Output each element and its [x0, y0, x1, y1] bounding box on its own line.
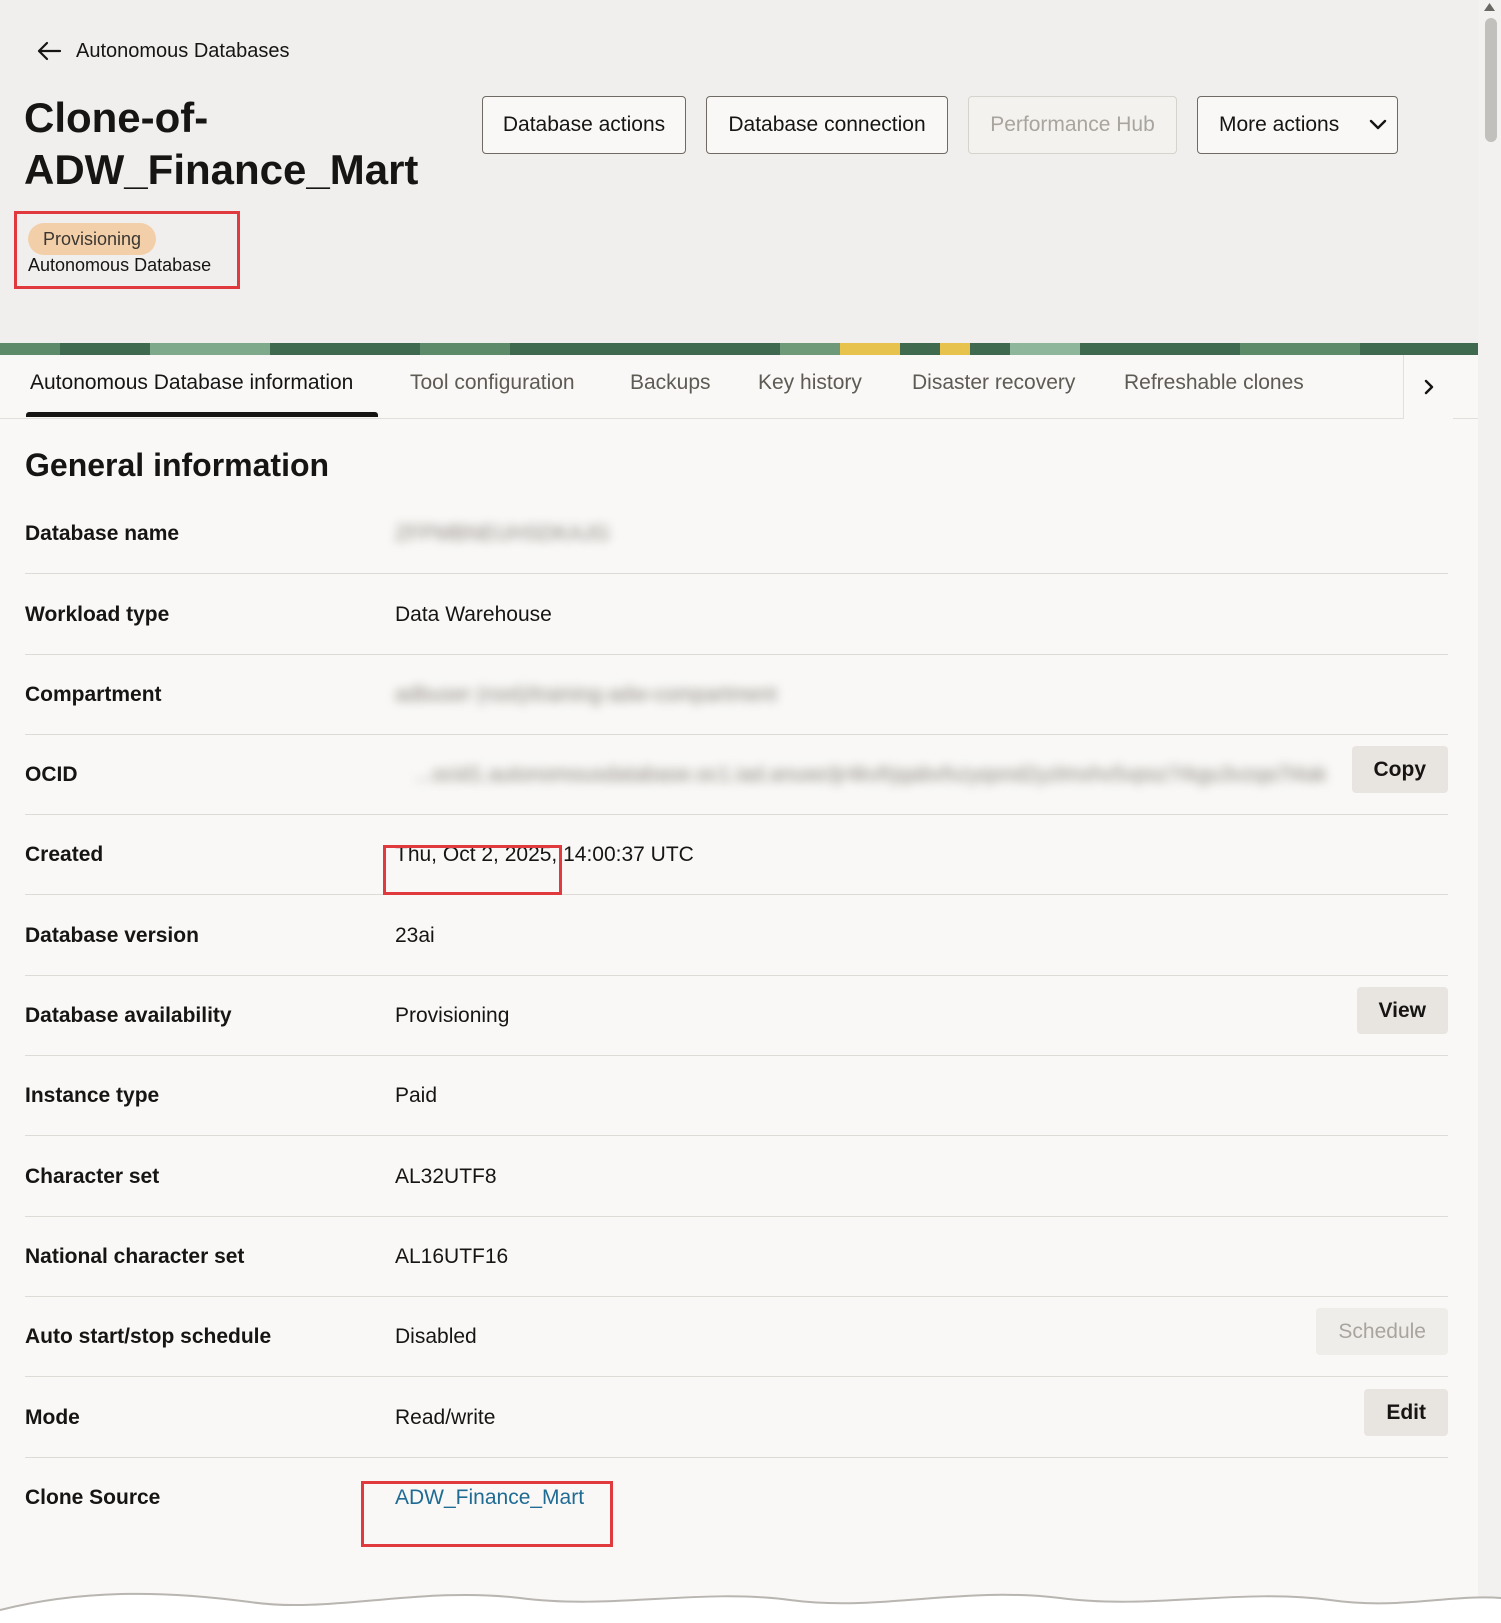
- info-row-created: Created Thu, Oct 2, 2025, 14:00:37 UTC: [25, 815, 1448, 895]
- tab-autonomous-database-information[interactable]: Autonomous Database information: [30, 371, 353, 395]
- status-highlight: Provisioning Autonomous Database: [14, 211, 240, 289]
- view-button[interactable]: View: [1356, 987, 1448, 1034]
- scroll-up-arrow-icon[interactable]: [1483, 2, 1496, 12]
- tab-key-history[interactable]: Key history: [758, 371, 862, 395]
- row-label: Database version: [25, 924, 199, 947]
- row-label: Mode: [25, 1406, 80, 1429]
- row-label: National character set: [25, 1245, 245, 1268]
- row-label: Database name: [25, 522, 180, 545]
- schedule-button[interactable]: Schedule: [1316, 1308, 1448, 1355]
- info-row-ocid: OCID ...ocid1.autonomousdatabase.oc1.iad…: [25, 735, 1448, 815]
- decorative-banner: [0, 343, 1478, 355]
- row-value: Disabled: [395, 1325, 477, 1348]
- info-row-database-version: Database version 23ai: [25, 896, 1448, 976]
- edit-button[interactable]: Edit: [1364, 1389, 1448, 1436]
- copy-button[interactable]: Copy: [1351, 746, 1448, 793]
- row-label: Character set: [25, 1165, 160, 1188]
- row-value: AL16UTF16: [395, 1245, 509, 1268]
- database-actions-button[interactable]: Database actions: [482, 96, 686, 154]
- chevron-right-icon: [1424, 379, 1433, 395]
- more-actions-label: More actions: [1219, 113, 1340, 136]
- row-label: Auto start/stop schedule: [25, 1325, 272, 1348]
- vertical-scrollbar[interactable]: [1478, 0, 1501, 1623]
- row-value: AL32UTF8: [395, 1165, 497, 1188]
- resource-type-label: Autonomous Database: [28, 255, 212, 275]
- database-connection-button[interactable]: Database connection: [706, 96, 948, 154]
- row-value: ...ocid1.autonomousdatabase.oc1.iad.anuw…: [415, 763, 1327, 786]
- back-link[interactable]: Autonomous Databases: [36, 36, 289, 66]
- info-row-mode: Mode Read/write Edit: [25, 1378, 1448, 1458]
- back-link-label: Autonomous Databases: [76, 39, 290, 62]
- chevron-down-icon: [1370, 119, 1387, 130]
- performance-hub-button[interactable]: Performance Hub: [968, 96, 1177, 154]
- section-title: General information: [25, 447, 330, 483]
- info-row-national-character-set: National character set AL16UTF16: [25, 1217, 1448, 1297]
- arrow-left-icon: [37, 41, 62, 61]
- row-label: Created: [25, 843, 104, 866]
- tab-scroll-right-button[interactable]: [1403, 355, 1453, 419]
- page-title: Clone-of- ADW_Finance_Mart: [24, 94, 419, 193]
- more-actions-button[interactable]: More actions: [1197, 96, 1398, 154]
- scrollbar-thumb[interactable]: [1485, 18, 1497, 142]
- info-row-compartment: Compartment adbuser (root)/training-adw-…: [25, 655, 1448, 735]
- row-value: Read/write: [395, 1406, 496, 1429]
- page: Autonomous Databases Clone-of- ADW_Finan…: [0, 0, 1478, 1623]
- tab-refreshable-clones[interactable]: Refreshable clones: [1124, 371, 1304, 395]
- row-value: Provisioning: [395, 1004, 510, 1027]
- row-value: 23ai: [395, 924, 435, 947]
- row-value: adbuser (root)/training-adw-compartment: [395, 683, 777, 706]
- row-label: Compartment: [25, 683, 162, 706]
- tab-backups[interactable]: Backups: [630, 371, 711, 395]
- page-header: Autonomous Databases Clone-of- ADW_Finan…: [0, 0, 1478, 343]
- info-row-workload-type: Workload type Data Warehouse: [25, 575, 1448, 655]
- row-label: OCID: [25, 763, 78, 786]
- tab-disaster-recovery[interactable]: Disaster recovery: [912, 371, 1075, 395]
- clone-source-highlight: [361, 1481, 613, 1547]
- tab-tool-configuration[interactable]: Tool configuration: [410, 371, 575, 395]
- row-value: ZFPMBNEUHSDKAJG: [395, 522, 610, 545]
- row-label: Instance type: [25, 1084, 160, 1107]
- info-row-database-name: Database name ZFPMBNEUHSDKAJG: [25, 494, 1448, 574]
- info-row-clone-source: Clone Source ADW_Finance_Mart: [25, 1458, 1448, 1538]
- row-value: Data Warehouse: [395, 603, 552, 626]
- status-badge: Provisioning: [28, 223, 157, 255]
- row-label: Workload type: [25, 603, 170, 626]
- torn-edge-decoration: [0, 1592, 1501, 1623]
- active-tab-indicator: [26, 412, 378, 417]
- created-date-highlight: [383, 845, 562, 895]
- info-row-auto-start-stop-schedule: Auto start/stop schedule Disabled Schedu…: [25, 1297, 1448, 1377]
- row-value: Paid: [395, 1084, 438, 1107]
- tab-bar: Autonomous Database information Tool con…: [0, 355, 1478, 419]
- info-row-database-availability: Database availability Provisioning View: [25, 976, 1448, 1056]
- info-row-character-set: Character set AL32UTF8: [25, 1137, 1448, 1217]
- row-label: Database availability: [25, 1004, 232, 1027]
- row-label: Clone Source: [25, 1486, 161, 1509]
- info-row-instance-type: Instance type Paid: [25, 1056, 1448, 1136]
